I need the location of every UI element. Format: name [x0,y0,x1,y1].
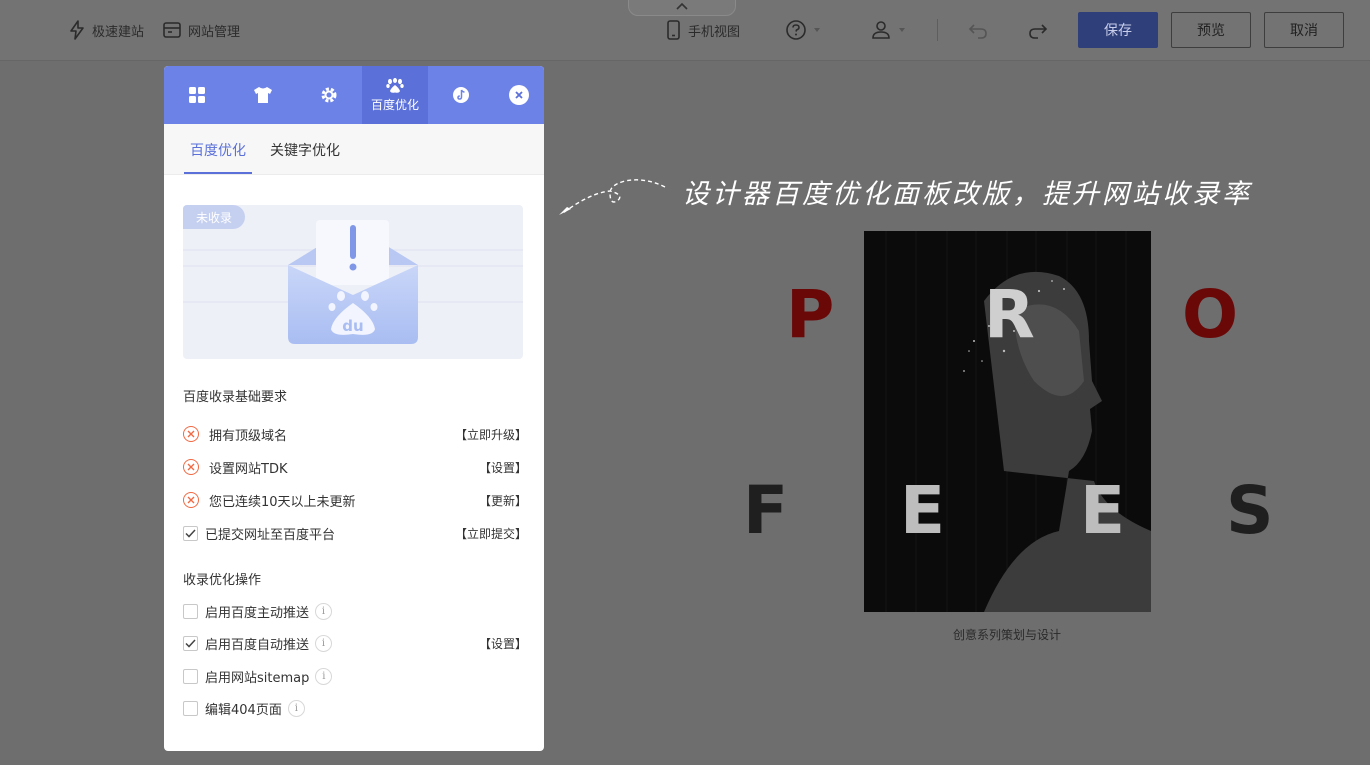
letter-s: S [1226,472,1274,549]
requirement-label: 设置网站TDK [209,461,288,477]
not-indexed-badge: 未收录 [183,205,245,229]
operation-label: 启用百度自动推送 [205,637,310,653]
tab-settings[interactable] [296,66,362,124]
user-menu[interactable] [870,18,912,42]
active-push-checkbox[interactable] [183,603,198,619]
requirement-row: 拥有顶级域名 【立即升级】 [183,424,527,444]
svg-text:du: du [342,317,363,335]
submit-now-link[interactable]: 【立即提交】 [455,525,527,542]
tab-theme[interactable] [230,66,296,124]
update-link[interactable]: 【更新】 [479,492,527,509]
top-toolbar: 极速建站 网站管理 手机视图 保存 预览 取消 [0,0,1370,61]
lightning-icon [70,20,84,40]
indexing-status-banner: du 未收录 [183,205,523,359]
sitemap-checkbox[interactable] [183,668,198,684]
requirement-label: 已提交网址至百度平台 [205,527,336,543]
operation-row[interactable]: 启用百度自动推送 i 【设置】 [183,633,527,653]
preview-button[interactable]: 预览 [1171,12,1251,48]
save-button[interactable]: 保存 [1078,12,1158,48]
operation-label: 编辑404页面 [205,702,282,718]
phone-icon [667,20,680,40]
requirement-row: 您已连续10天以上未更新 【更新】 [183,490,527,510]
operation-label: 启用网站sitemap [205,670,310,686]
gear-icon [321,87,337,103]
letter-e: E [1080,472,1126,549]
redo-icon [1029,24,1048,39]
close-icon [515,91,523,99]
operation-label: 启用百度主动推送 [205,605,310,621]
check-icon [185,638,196,648]
redo-button[interactable] [1027,18,1055,42]
letter-r: R [984,276,1035,353]
set-tdk-link[interactable]: 【设置】 [479,459,527,476]
image-caption: 创意系列策划与设计 [953,628,1062,642]
active-subtab-indicator [184,172,252,174]
undo-icon [968,24,987,39]
fail-icon [183,426,199,442]
close-panel-button[interactable] [509,85,529,105]
subtab-keyword-seo[interactable]: 关键字优化 [270,140,340,160]
requirement-label: 您已连续10天以上未更新 [209,494,356,510]
requirement-row: 设置网站TDK 【设置】 [183,457,527,477]
letter-p: P [786,276,835,353]
annotation-arrow [559,179,666,215]
mobile-view-button[interactable]: 手机视图 [664,18,740,42]
operation-row[interactable]: 编辑404页面 i [183,698,527,718]
undo-button[interactable] [967,18,995,42]
tab-baidu-seo[interactable]: 百度优化 [362,66,428,124]
user-icon [872,21,890,39]
quick-build-button[interactable]: 极速建站 [68,18,144,42]
operation-row[interactable]: 启用百度主动推送 i [183,601,527,621]
letter-f: F [743,472,789,549]
checkbox-checked [183,525,198,541]
letter-o: O [1182,276,1239,353]
tiktok-icon [453,87,469,103]
auto-push-checkbox[interactable] [183,635,198,651]
site-manage-label: 网站管理 [188,24,241,40]
edit-404-checkbox[interactable] [183,700,198,716]
annotation-text: 设计器百度优化面板改版，提升网站收录率 [682,179,1252,210]
requirement-label: 拥有顶级域名 [209,428,288,444]
toolbar-divider [937,19,938,41]
fail-icon [183,459,199,475]
fail-icon [183,492,199,508]
mobile-view-label: 手机视图 [688,24,741,40]
tab-modules[interactable] [164,66,230,124]
grid-icon [189,87,205,103]
auto-push-settings-link[interactable]: 【设置】 [479,635,527,652]
chevron-up-icon [676,2,688,10]
caret-down-icon [899,28,905,32]
panel-tab-bar: 百度优化 [164,66,544,124]
info-icon[interactable]: i [315,602,333,620]
tab-tiktok[interactable] [428,66,494,124]
window-icon [163,22,181,38]
info-icon[interactable]: i [315,634,333,652]
upgrade-now-link[interactable]: 【立即升级】 [455,426,527,443]
cancel-button[interactable]: 取消 [1264,12,1344,48]
tab-baidu-seo-label: 百度优化 [370,97,419,112]
requirements-title: 百度收录基础要求 [183,390,288,405]
subtab-baidu-seo[interactable]: 百度优化 [190,140,246,160]
seo-panel: 百度优化 百度优化 关键字优化 du 未收录 百度收录基础要求 拥有顶级域名 【… [164,66,544,751]
operations-title: 收录优化操作 [183,573,262,588]
check-icon [185,528,196,538]
operation-row[interactable]: 启用网站sitemap i [183,666,527,686]
info-icon[interactable]: i [315,667,333,685]
quick-build-label: 极速建站 [92,24,145,40]
paw-icon [386,77,404,93]
collapse-toolbar-tab[interactable] [628,0,736,16]
tshirt-icon [254,87,272,103]
site-manage-button[interactable]: 网站管理 [162,18,240,42]
caret-down-icon [814,28,820,32]
requirement-row: 已提交网址至百度平台 【立即提交】 [183,523,527,543]
info-icon[interactable]: i [287,699,305,717]
help-menu[interactable] [785,18,827,42]
letter-e: E [900,472,946,549]
panel-subtabs: 百度优化 关键字优化 [164,124,544,175]
help-icon [786,20,806,40]
